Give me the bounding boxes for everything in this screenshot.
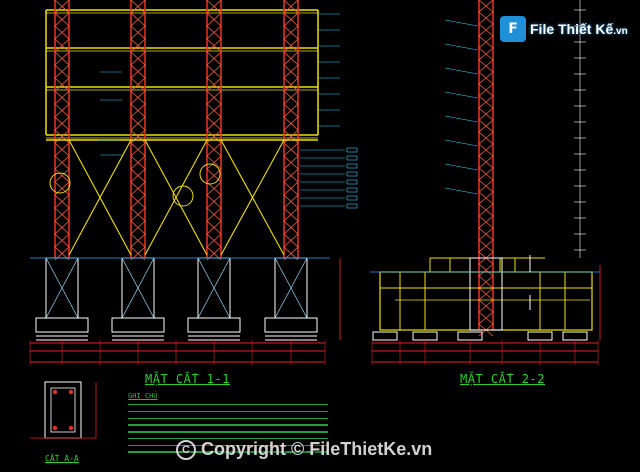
cut-aa-label: CẮT A-A [45,454,79,463]
copyright-watermark: C Copyright © FileThietKe.vn [176,439,432,460]
logo-name: File Thiết Kế [530,21,614,37]
tower-leader [444,43,479,51]
leader-tag [346,155,358,161]
leader-tag [346,195,358,201]
section-title-2-2: MẶT CẮT 2-2 [460,372,545,386]
rebar-dot [68,425,74,431]
tower-leader [444,91,479,99]
leader-tag [346,147,358,153]
footing-base [35,317,89,333]
footing-base [187,317,241,333]
tower-leader [444,187,479,195]
footing-pad-2 [527,331,553,341]
section-title-1-1: MẶT CẮT 1-1 [145,372,230,386]
cad-drawing [29,0,601,439]
leader-tag [346,187,358,193]
leader-tag [346,163,358,169]
notes-title: GHI CHÚ [128,392,158,400]
footing-pad-2 [372,331,398,341]
callout-circle [199,163,221,185]
footing-base [111,317,165,333]
platform-frame [379,271,593,331]
logo-suffix: .vn [613,26,628,37]
tower-leader [444,115,479,123]
tower-leader [444,67,479,75]
copyright-icon: C [176,440,196,460]
footing-pad-2 [412,331,438,341]
leader-tag [346,179,358,185]
file-icon: F [500,16,526,42]
rebar-dot [68,389,74,395]
rebar-dot [52,389,58,395]
copyright-text: Copyright © FileThietKe.vn [201,439,433,459]
cut-aa-inner [50,387,76,433]
tower-leader [444,19,479,27]
tower-leader [444,163,479,171]
leader-tag [346,171,358,177]
tower-leader [444,139,479,147]
footing-pad-2 [562,331,588,341]
cut-aa-outline [44,381,82,439]
footing-base [264,317,318,333]
leader-tag [346,203,358,209]
filethietke-logo: F File Thiết Kế.vn [500,14,634,44]
footing-pad-2 [457,331,483,341]
rebar-dot [52,425,58,431]
logo-text: File Thiết Kế.vn [530,21,628,37]
callout-circle [172,185,194,207]
